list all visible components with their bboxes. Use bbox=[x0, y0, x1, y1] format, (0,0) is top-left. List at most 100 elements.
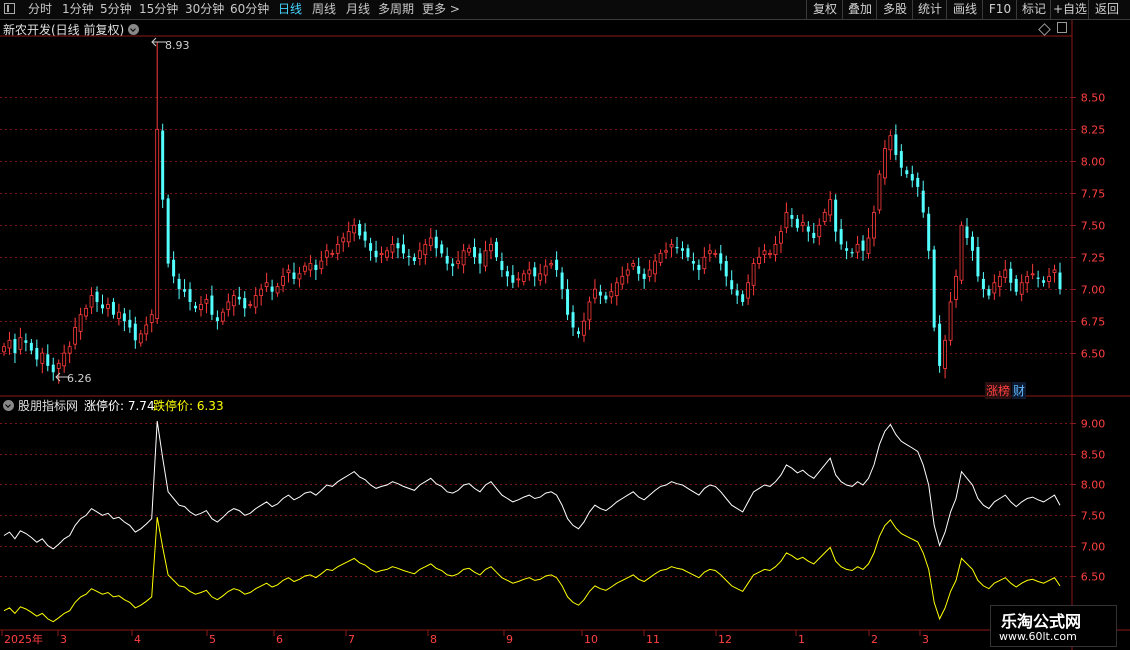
candle-body bbox=[275, 286, 280, 294]
candle-body bbox=[555, 259, 559, 270]
candle-body bbox=[713, 252, 718, 255]
candle-body bbox=[653, 260, 658, 275]
candle-body bbox=[533, 267, 537, 277]
candle-body bbox=[440, 244, 444, 254]
candle-body bbox=[675, 246, 679, 249]
y-tick-label: 8.00 bbox=[1081, 156, 1106, 169]
candle-body bbox=[231, 295, 236, 307]
candle-body bbox=[78, 314, 83, 332]
x-tick-label: 1 bbox=[798, 633, 805, 646]
candle-body bbox=[614, 282, 619, 296]
candle-body bbox=[401, 244, 405, 254]
candle-body bbox=[35, 347, 39, 360]
candle-body bbox=[997, 275, 1002, 288]
candle-body bbox=[927, 213, 931, 251]
candle-body bbox=[73, 327, 78, 345]
candle-body bbox=[691, 261, 695, 264]
candle-body bbox=[149, 314, 154, 323]
candle-body bbox=[850, 252, 854, 254]
candle-body bbox=[188, 289, 192, 302]
x-tick-label: 11 bbox=[646, 633, 660, 646]
candle-body bbox=[582, 320, 586, 336]
candle-body bbox=[877, 173, 882, 211]
chart-canvas[interactable]: 6.50 6.75 7.00 7.25 7.50 7.75 8.00 8.25 8.50 6.50… bbox=[0, 0, 1130, 650]
candle-body bbox=[571, 312, 575, 328]
candle-body bbox=[965, 226, 969, 239]
candle-body bbox=[100, 304, 104, 309]
candle-body bbox=[385, 250, 389, 258]
candle-body bbox=[494, 241, 498, 258]
candle-body bbox=[899, 151, 903, 168]
candle-body bbox=[220, 311, 225, 322]
candle-body bbox=[817, 224, 822, 238]
candle-body bbox=[549, 263, 554, 266]
candle-body bbox=[609, 291, 614, 298]
candle-body bbox=[593, 288, 597, 299]
candle-body bbox=[7, 339, 12, 349]
indicator-collapse-icon[interactable] bbox=[3, 400, 14, 411]
candle-body bbox=[642, 273, 646, 279]
candle-body bbox=[346, 231, 351, 243]
window-icon[interactable] bbox=[1057, 22, 1067, 33]
candle-body bbox=[434, 236, 438, 249]
candle-body bbox=[194, 305, 198, 309]
candle-body bbox=[237, 296, 241, 300]
candle-body bbox=[461, 250, 466, 266]
candle-body bbox=[511, 275, 515, 283]
candle-body bbox=[751, 263, 756, 286]
candle-body bbox=[412, 257, 416, 262]
candle-body bbox=[730, 280, 734, 290]
x-tick-label: 12 bbox=[718, 633, 732, 646]
candle-body bbox=[992, 282, 997, 294]
candle-body bbox=[1047, 275, 1051, 282]
candle-body bbox=[428, 237, 433, 247]
candle-body bbox=[686, 248, 690, 258]
candle-body bbox=[122, 313, 126, 322]
candle-body bbox=[1014, 278, 1018, 292]
candle-body bbox=[735, 290, 739, 296]
candle-body bbox=[822, 212, 827, 222]
candle-body bbox=[67, 346, 72, 354]
ind-y-tick-label: 7.50 bbox=[1081, 510, 1106, 523]
x-tick-label: 3 bbox=[60, 633, 67, 646]
watermark-title: 乐淘公式网 bbox=[1001, 612, 1082, 631]
candle-body bbox=[631, 263, 636, 267]
candle-body bbox=[292, 272, 296, 279]
ind-y-tick-label: 9.00 bbox=[1081, 418, 1106, 431]
grid-layer bbox=[0, 20, 1130, 650]
candle-body bbox=[855, 244, 860, 253]
candlestick-layer bbox=[2, 42, 1062, 384]
candle-body bbox=[358, 223, 362, 236]
ind-y-tick-label: 8.00 bbox=[1081, 479, 1106, 492]
candle-body bbox=[916, 177, 920, 187]
candle-body bbox=[500, 261, 504, 270]
gainers-tag[interactable]: 涨榜 bbox=[985, 382, 1012, 399]
candle-body bbox=[505, 271, 509, 277]
candle-body bbox=[741, 294, 745, 302]
candle-body bbox=[128, 319, 132, 328]
candle-body bbox=[117, 311, 121, 319]
candle-body bbox=[489, 244, 493, 252]
candle-body bbox=[243, 298, 247, 309]
candle-body bbox=[762, 250, 767, 256]
candle-body bbox=[133, 323, 137, 341]
candle-body bbox=[604, 295, 608, 300]
collapse-circle-icon[interactable] bbox=[128, 24, 139, 35]
candle-body bbox=[948, 301, 953, 341]
ind-y-tick-label: 8.50 bbox=[1081, 449, 1106, 462]
candle-body bbox=[51, 364, 55, 373]
candle-body bbox=[248, 304, 253, 306]
candle-body bbox=[888, 135, 893, 151]
y-tick-label: 6.50 bbox=[1081, 348, 1106, 361]
candle-body bbox=[1030, 273, 1035, 276]
candle-body bbox=[40, 352, 45, 364]
candle-body bbox=[1042, 280, 1046, 283]
candle-body bbox=[883, 148, 887, 179]
candle-body bbox=[910, 174, 914, 181]
candle-body bbox=[95, 291, 99, 302]
candle-body bbox=[516, 278, 521, 281]
candle-body bbox=[521, 273, 526, 282]
candle-body bbox=[697, 264, 701, 270]
finance-tag[interactable]: 财 bbox=[1012, 382, 1027, 399]
candle-body bbox=[215, 317, 219, 322]
